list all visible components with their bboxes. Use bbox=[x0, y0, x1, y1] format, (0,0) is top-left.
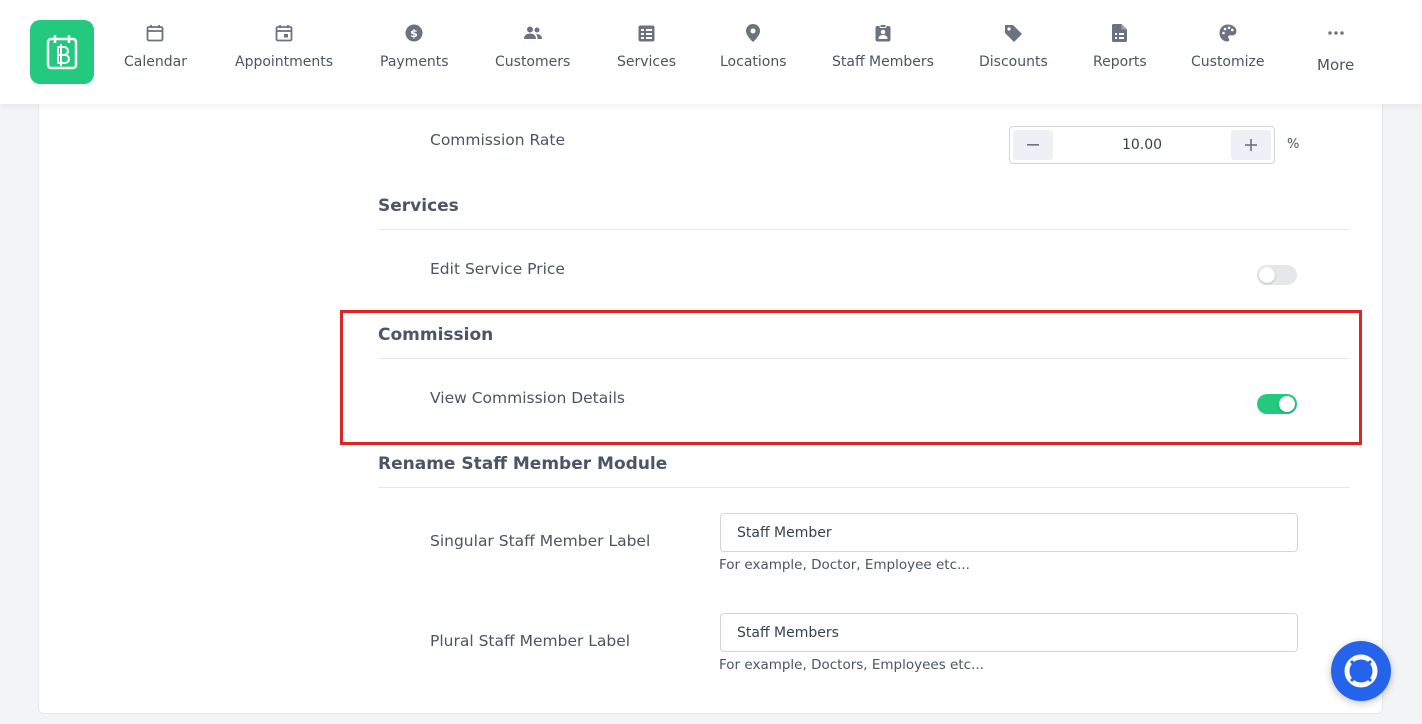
nav-label-discounts: Discounts bbox=[979, 54, 1048, 70]
list-icon bbox=[637, 22, 657, 44]
singular-hint: For example, Doctor, Employee etc... bbox=[719, 557, 970, 573]
calendar-check-icon bbox=[274, 22, 294, 44]
more-dots-icon bbox=[1326, 22, 1346, 44]
nav-appointments[interactable]: Appointments bbox=[235, 22, 333, 70]
report-icon bbox=[1110, 22, 1130, 44]
toggle-knob bbox=[1259, 267, 1275, 283]
commission-section-title: Commission bbox=[378, 325, 494, 345]
percent-unit: % bbox=[1287, 137, 1300, 152]
users-icon bbox=[523, 22, 543, 44]
commission-rate-value[interactable]: 10.00 bbox=[1053, 137, 1231, 153]
nav-label-customize: Customize bbox=[1191, 54, 1265, 70]
commission-highlight-box bbox=[340, 310, 1362, 445]
services-section-title: Services bbox=[378, 196, 459, 216]
plural-label-input[interactable] bbox=[720, 613, 1298, 652]
nav-more[interactable]: More bbox=[1317, 22, 1354, 74]
view-commission-details-toggle[interactable] bbox=[1257, 394, 1297, 414]
app-logo[interactable] bbox=[30, 20, 94, 84]
plus-icon bbox=[1245, 139, 1257, 151]
tag-icon bbox=[1003, 22, 1023, 44]
nav-calendar[interactable]: Calendar bbox=[124, 22, 187, 70]
nav-locations[interactable]: Locations bbox=[720, 22, 787, 70]
badge-icon bbox=[873, 22, 893, 44]
edit-service-price-label: Edit Service Price bbox=[430, 260, 565, 278]
plural-label: Plural Staff Member Label bbox=[430, 632, 631, 650]
top-navigation: Calendar Appointments $ Payments Custome… bbox=[0, 0, 1422, 104]
toggle-knob bbox=[1279, 396, 1295, 412]
svg-text:$: $ bbox=[410, 27, 418, 40]
map-pin-icon bbox=[743, 22, 763, 44]
singular-label: Singular Staff Member Label bbox=[430, 532, 651, 550]
logo-icon bbox=[46, 35, 78, 70]
commission-rate-label: Commission Rate bbox=[430, 131, 566, 149]
increment-button[interactable] bbox=[1231, 130, 1271, 160]
minus-icon bbox=[1027, 144, 1039, 146]
calendar-icon bbox=[145, 22, 165, 44]
singular-label-input[interactable] bbox=[720, 513, 1298, 552]
edit-service-price-toggle[interactable] bbox=[1257, 265, 1297, 285]
nav-label-customers: Customers bbox=[495, 54, 571, 70]
nav-label-locations: Locations bbox=[720, 54, 787, 70]
nav-customers[interactable]: Customers bbox=[495, 22, 570, 70]
nav-customize[interactable]: Customize bbox=[1191, 22, 1265, 70]
rename-section-title: Rename Staff Member Module bbox=[378, 454, 668, 474]
nav-label-appointments: Appointments bbox=[235, 54, 334, 70]
nav-staff-members[interactable]: Staff Members bbox=[832, 22, 934, 70]
commission-divider bbox=[378, 358, 1350, 359]
decrement-button[interactable] bbox=[1013, 130, 1053, 160]
nav-label-calendar: Calendar bbox=[124, 54, 187, 70]
nav-label-services: Services bbox=[617, 54, 677, 70]
palette-icon bbox=[1218, 22, 1238, 44]
services-divider bbox=[378, 229, 1350, 230]
nav-payments[interactable]: $ Payments bbox=[380, 22, 449, 70]
nav-label-payments: Payments bbox=[380, 54, 449, 70]
nav-discounts[interactable]: Discounts bbox=[979, 22, 1048, 70]
nav-label-reports: Reports bbox=[1093, 54, 1147, 70]
commission-rate-stepper: 10.00 bbox=[1009, 126, 1275, 164]
nav-reports[interactable]: Reports bbox=[1093, 22, 1147, 70]
lifebuoy-icon bbox=[1344, 654, 1378, 688]
view-commission-details-label: View Commission Details bbox=[430, 389, 625, 407]
nav-label-more: More bbox=[1317, 56, 1355, 74]
rename-divider bbox=[378, 487, 1350, 488]
nav-label-staff-members: Staff Members bbox=[832, 54, 934, 70]
plural-hint: For example, Doctors, Employees etc... bbox=[719, 657, 984, 673]
nav-services[interactable]: Services bbox=[617, 22, 676, 70]
help-button[interactable] bbox=[1331, 641, 1391, 701]
dollar-circle-icon: $ bbox=[404, 22, 424, 44]
